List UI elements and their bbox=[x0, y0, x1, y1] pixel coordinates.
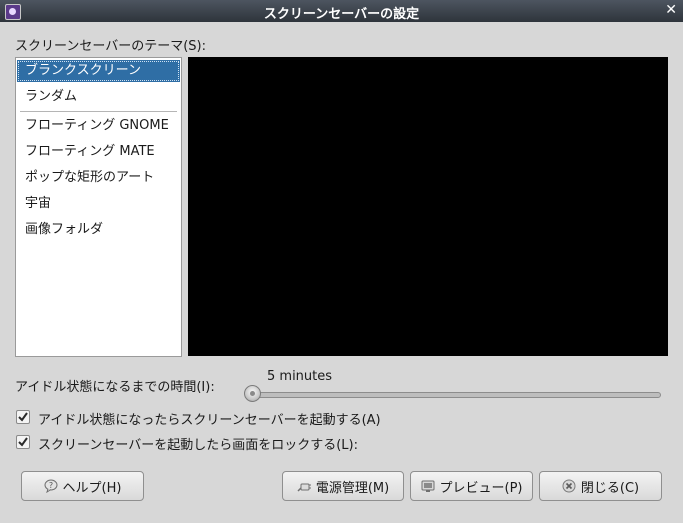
idle-time-label: アイドル状態になるまでの時間(I): bbox=[15, 380, 215, 395]
list-separator bbox=[20, 111, 177, 112]
screensaver-preferences-window: スクリーンセーバーの設定 ✕ スクリーンセーバーのテーマ(S): ブランクスクリ… bbox=[0, 0, 683, 523]
lock-option[interactable]: スクリーンセーバーを起動したら画面をロックする(L): bbox=[16, 434, 416, 453]
preview-button-label: プレビュー(P) bbox=[439, 480, 523, 496]
help-button-label: ヘルプ(H) bbox=[62, 480, 122, 496]
help-icon: ? bbox=[44, 479, 58, 493]
theme-item-image-folder[interactable]: 画像フォルダ bbox=[17, 219, 180, 241]
idle-time-slider-thumb[interactable] bbox=[244, 385, 261, 402]
activate-checkbox[interactable] bbox=[16, 410, 30, 424]
title-bar[interactable]: スクリーンセーバーの設定 ✕ bbox=[0, 0, 683, 22]
svg-text:?: ? bbox=[48, 481, 52, 490]
theme-item-floating-mate[interactable]: フローティング MATE bbox=[17, 141, 180, 163]
preview-area bbox=[188, 57, 668, 356]
theme-item-blank[interactable]: ブランクスクリーン bbox=[17, 60, 180, 82]
lock-label: スクリーンセーバーを起動したら画面をロックする(L): bbox=[38, 438, 358, 453]
power-management-label: 電源管理(M) bbox=[315, 480, 390, 496]
idle-time-value: 5 minutes bbox=[267, 369, 333, 384]
theme-item-pop-art[interactable]: ポップな矩形のアート bbox=[17, 167, 180, 189]
close-x-icon bbox=[562, 479, 576, 493]
theme-item-floating-gnome[interactable]: フローティング GNOME bbox=[17, 115, 180, 137]
close-icon[interactable]: ✕ bbox=[665, 2, 677, 18]
close-button[interactable]: 閉じる(C) bbox=[539, 471, 662, 501]
power-plug-icon bbox=[297, 483, 311, 492]
window-title: スクリーンセーバーの設定 bbox=[263, 7, 420, 22]
check-icon bbox=[18, 437, 28, 447]
theme-item-random[interactable]: ランダム bbox=[17, 86, 180, 108]
close-button-label: 閉じる(C) bbox=[580, 480, 640, 496]
preview-button[interactable]: プレビュー(P) bbox=[410, 471, 533, 501]
theme-list[interactable]: ブランクスクリーン ランダム フローティング GNOME フローティング MAT… bbox=[15, 57, 182, 357]
idle-time-slider[interactable] bbox=[245, 392, 661, 398]
check-icon bbox=[18, 412, 28, 422]
theme-item-space[interactable]: 宇宙 bbox=[17, 193, 180, 215]
lock-checkbox[interactable] bbox=[16, 435, 30, 449]
activate-option[interactable]: アイドル状態になったらスクリーンセーバーを起動する(A) bbox=[16, 409, 416, 428]
help-button[interactable]: ? ヘルプ(H) bbox=[21, 471, 144, 501]
power-management-button[interactable]: 電源管理(M) bbox=[282, 471, 404, 501]
activate-label: アイドル状態になったらスクリーンセーバーを起動する(A) bbox=[38, 413, 381, 428]
preview-icon bbox=[421, 480, 434, 492]
theme-label: スクリーンセーバーのテーマ(S): bbox=[15, 39, 206, 54]
